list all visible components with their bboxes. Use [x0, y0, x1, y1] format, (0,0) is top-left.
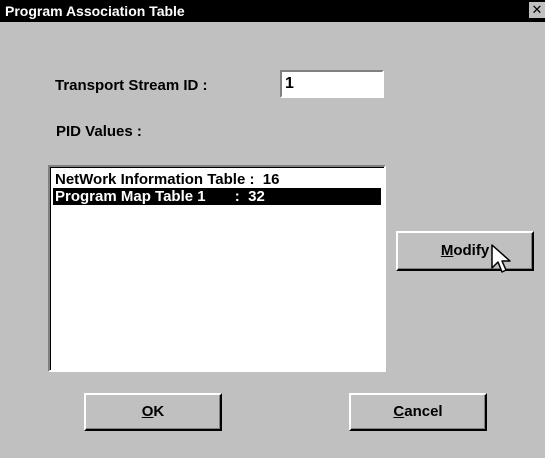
cancel-button[interactable]: Cancel — [349, 393, 487, 431]
cancel-accel: C — [393, 403, 405, 420]
title-bar[interactable]: Program Association Table ✕ — [0, 0, 545, 22]
ok-accel: O — [141, 403, 154, 420]
list-item-network-information-table[interactable]: NetWork Information Table : 16 — [53, 171, 381, 188]
arrow-cursor-icon — [491, 244, 511, 273]
window-title: Program Association Table — [5, 3, 185, 19]
ok-button[interactable]: OK — [84, 393, 222, 431]
modify-accel: M — [440, 242, 454, 259]
transport-stream-id-label: Transport Stream ID : — [55, 77, 208, 94]
pid-values-label: PID Values : — [56, 123, 142, 140]
program-association-table-dialog: Program Association Table ✕ Transport St… — [0, 0, 545, 458]
ok-label: K — [153, 403, 165, 420]
close-button[interactable]: ✕ — [529, 2, 545, 18]
close-icon: ✕ — [531, 2, 543, 17]
pid-values-list[interactable]: NetWork Information Table : 16 Program M… — [48, 165, 386, 372]
transport-stream-id-input[interactable] — [280, 70, 384, 98]
modify-label: odify — [453, 242, 490, 259]
list-item-program-map-table-1[interactable]: Program Map Table 1 : 32 — [53, 188, 381, 205]
cancel-label: ancel — [404, 403, 443, 420]
